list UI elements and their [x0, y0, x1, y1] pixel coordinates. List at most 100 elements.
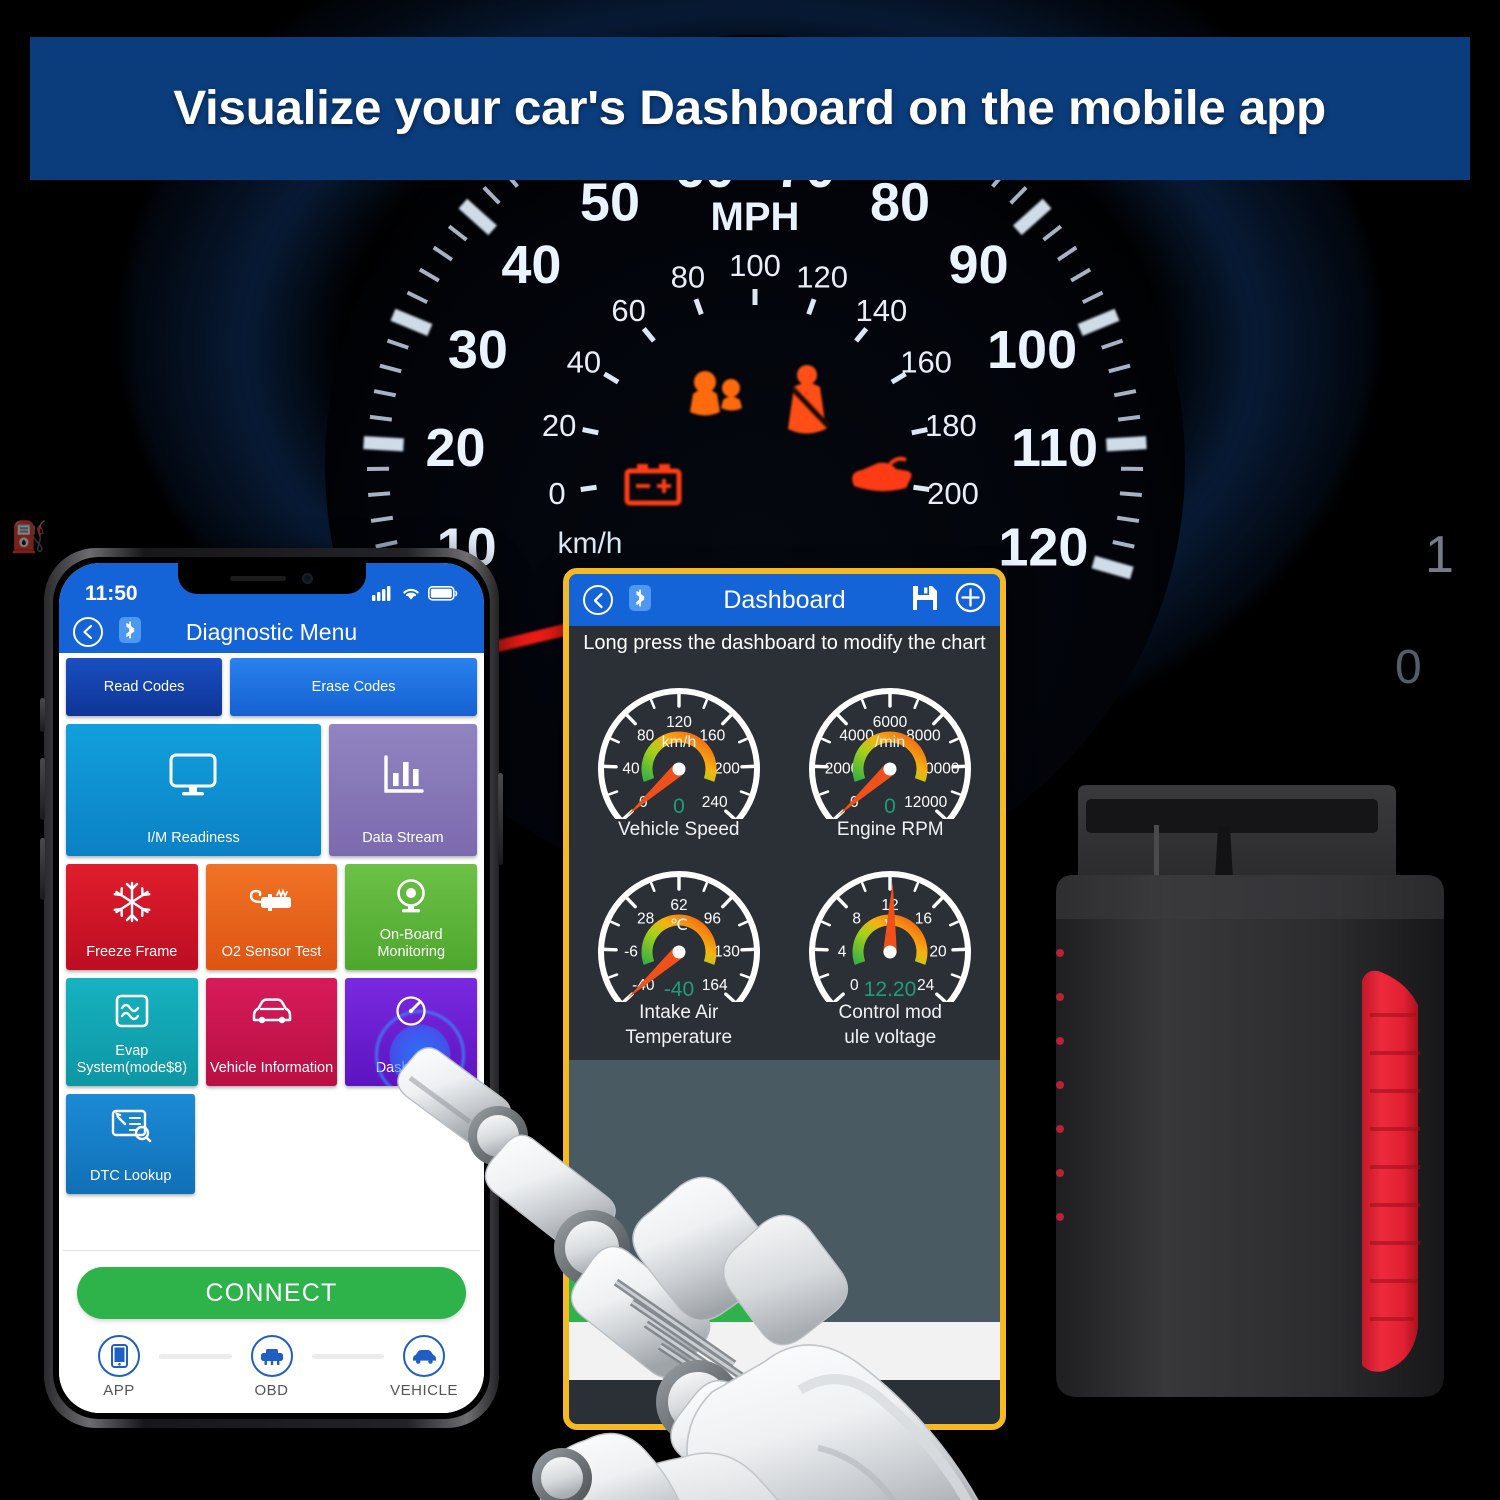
tile-erase-codes[interactable]: Erase Codes: [230, 658, 477, 716]
svg-text:km/h: km/h: [557, 527, 622, 560]
svg-text:240: 240: [701, 794, 727, 811]
svg-text:100: 100: [729, 248, 781, 283]
monitor-icon: [66, 724, 321, 826]
svg-text:-6: -6: [624, 943, 638, 960]
svg-text:200: 200: [927, 476, 979, 511]
dashboard-nav-bar: Dashboard: [569, 574, 1000, 626]
tile-label: Vehicle Information: [209, 1060, 334, 1076]
robotic-hand-pointing: [380, 1010, 1080, 1500]
svg-text:120: 120: [796, 260, 848, 295]
headline-text: Visualize your car's Dashboard on the mo…: [173, 82, 1327, 135]
tile-row-1: Read Codes Erase Codes: [66, 658, 477, 716]
svg-text:28: 28: [637, 910, 654, 927]
gauge-engine-rpm[interactable]: 020004000600080001000012000/min0 Engine …: [785, 661, 997, 842]
svg-text:40: 40: [622, 760, 640, 777]
svg-text:12000: 12000: [904, 794, 947, 811]
svg-text:20: 20: [425, 418, 485, 478]
gauge-label: Engine RPM: [836, 819, 944, 840]
tile-on-board-monitoring[interactable]: On-Board Monitoring: [345, 864, 478, 970]
bluetooth-icon[interactable]: [629, 584, 651, 616]
phone-icon: [98, 1335, 140, 1377]
stepper-connector-1: [159, 1354, 232, 1359]
step-obd: OBD: [234, 1335, 310, 1399]
tile-row-2: I/M Readiness Data Stream: [66, 724, 477, 856]
tile-label: Evap System(mode$8): [76, 1043, 188, 1076]
svg-text:MPH: MPH: [711, 195, 800, 239]
phone-status-bar: 11:50: [59, 563, 484, 611]
tile-label: O2 Sensor Test: [221, 944, 322, 960]
back-icon[interactable]: [73, 617, 103, 647]
tile-row-3: Freeze Frame O2 Sensor Test On-Board Mon…: [66, 864, 478, 970]
gauge-dial: 020004000600080001000012000/min0: [790, 661, 990, 819]
bluetooth-icon[interactable]: [119, 616, 141, 648]
camera-monitor-icon: [345, 864, 477, 930]
tile-label: Data Stream: [362, 830, 444, 846]
phone-volume-down-button: [40, 838, 45, 900]
step-label: OBD: [254, 1382, 289, 1399]
tile-label: Erase Codes: [311, 678, 396, 695]
back-icon[interactable]: [583, 585, 613, 615]
svg-text:40: 40: [501, 235, 561, 295]
left-gauge-ghost: ⛽: [10, 521, 48, 554]
oxygen-sensor-icon: [206, 864, 338, 940]
phone-notch: [177, 563, 366, 594]
snowflake-icon: [66, 864, 198, 940]
tile-vehicle-information[interactable]: Vehicle Information: [205, 978, 338, 1086]
gauge-dial: -40-6286296130164℃-40: [579, 844, 779, 1002]
phone-mute-switch: [40, 698, 45, 732]
tile-read-codes[interactable]: Read Codes: [66, 658, 223, 716]
dashboard-hint: Long press the dashboard to modify the c…: [569, 626, 1000, 659]
phone-volume-up-button: [40, 758, 45, 820]
headline-banner: Visualize your car's Dashboard on the mo…: [30, 37, 1470, 180]
waveform-icon: [66, 978, 198, 1044]
svg-text:200: 200: [714, 760, 740, 777]
wifi-icon: [401, 585, 421, 606]
svg-text:120: 120: [666, 714, 692, 731]
svg-text:80: 80: [870, 172, 930, 232]
signal-icon: [372, 585, 394, 606]
svg-text:140: 140: [856, 293, 908, 328]
obd-adapter-icon: [250, 1335, 293, 1377]
svg-text:/min: /min: [875, 734, 905, 751]
tile-label: I/M Readiness: [147, 830, 240, 846]
tile-evap-system[interactable]: Evap System(mode$8): [66, 978, 198, 1086]
gauge-vehicle-speed[interactable]: 04080120160200240km/h0 Vehicle Speed: [573, 661, 785, 842]
stepper-connector-2: [311, 1354, 384, 1359]
tile-data-stream[interactable]: Data Stream: [328, 724, 477, 856]
svg-text:96: 96: [703, 910, 720, 927]
svg-text:-40: -40: [664, 978, 694, 1001]
step-label: APP: [103, 1382, 135, 1399]
gauge-dial: 04812162024V12.20: [790, 844, 990, 1002]
tile-freeze-frame[interactable]: Freeze Frame: [66, 864, 198, 970]
tile-label: Freeze Frame: [86, 944, 178, 960]
battery-icon: [428, 585, 458, 606]
step-app: APP: [81, 1335, 157, 1399]
tile-label: DTC Lookup: [90, 1168, 172, 1184]
svg-text:60: 60: [611, 293, 645, 328]
tile-o2-sensor-test[interactable]: O2 Sensor Test: [205, 864, 338, 970]
tile-im-readiness[interactable]: I/M Readiness: [66, 724, 321, 856]
tile-label: Read Codes: [103, 678, 185, 695]
right-gauge-ghost-1: 1: [1425, 526, 1454, 584]
svg-text:℃: ℃: [670, 917, 688, 934]
svg-text:0: 0: [548, 476, 565, 511]
phone-power-button: [498, 773, 503, 865]
svg-text:180: 180: [925, 408, 977, 443]
earpiece-speaker: [230, 576, 286, 581]
svg-text:50: 50: [580, 172, 640, 232]
svg-text:130: 130: [714, 943, 740, 960]
svg-text:80: 80: [637, 727, 655, 744]
car-icon: [206, 978, 338, 1044]
svg-text:164: 164: [701, 977, 727, 994]
gauge-label: Vehicle Speed: [618, 819, 740, 840]
svg-text:24: 24: [917, 977, 935, 994]
tile-dtc-lookup[interactable]: DTC Lookup: [66, 1094, 196, 1194]
svg-text:90: 90: [949, 235, 1009, 295]
save-icon[interactable]: [911, 584, 939, 617]
plus-circle-icon[interactable]: [955, 582, 986, 618]
right-gauge-ghost-2: 0: [1395, 641, 1422, 694]
dtc-lookup-icon: [66, 1094, 195, 1156]
status-time: 11:50: [85, 582, 138, 605]
svg-text:80: 80: [671, 260, 705, 295]
svg-text:6000: 6000: [873, 714, 908, 731]
